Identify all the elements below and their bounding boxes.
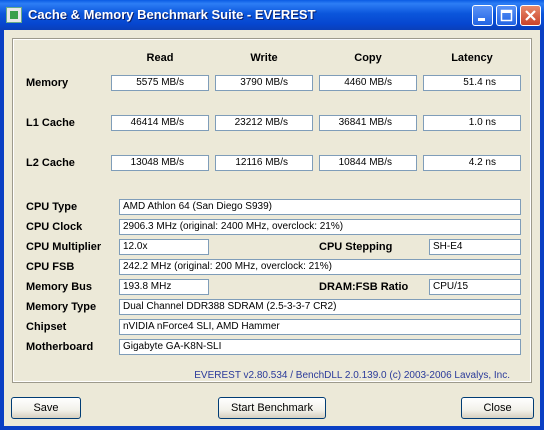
everest-app-icon[interactable]	[6, 7, 22, 23]
column-header-copy: Copy	[354, 52, 382, 64]
l2-write-value: 12116 MB/s	[215, 155, 313, 171]
column-header-read: Read	[146, 52, 174, 64]
close-window-button[interactable]	[520, 5, 541, 26]
l2-copy-value: 10844 MB/s	[319, 155, 417, 171]
results-panel: Read Write Copy Latency Memory 5575 MB/s…	[12, 38, 532, 383]
memory-write-value: 3790 MB/s	[215, 75, 313, 91]
cpu-stepping-value: SH-E4	[429, 239, 521, 255]
close-button[interactable]: Close	[461, 397, 534, 419]
dram-fsb-ratio-label: DRAM:FSB Ratio	[319, 281, 409, 293]
memory-latency-value: 51.4 ns	[423, 75, 521, 91]
motherboard-value: Gigabyte GA-K8N-SLI	[119, 339, 521, 355]
l1-write-value: 23212 MB/s	[215, 115, 313, 131]
cpu-type-value: AMD Athlon 64 (San Diego S939)	[119, 199, 521, 215]
maximize-icon	[500, 9, 513, 22]
motherboard-label: Motherboard	[26, 341, 94, 353]
cpu-type-label: CPU Type	[26, 201, 78, 213]
cpu-fsb-value: 242.2 MHz (original: 200 MHz, overclock:…	[119, 259, 521, 275]
l1-latency-value: 1.0 ns	[423, 115, 521, 131]
memory-type-value: Dual Channel DDR388 SDRAM (2.5-3-3-7 CR2…	[119, 299, 521, 315]
chipset-value: nVIDIA nForce4 SLI, AMD Hammer	[119, 319, 521, 335]
memory-type-label: Memory Type	[26, 301, 97, 313]
row-label-l2-cache: L2 Cache	[26, 157, 75, 169]
row-label-memory: Memory	[26, 77, 69, 89]
memory-read-value: 5575 MB/s	[111, 75, 209, 91]
minimize-button[interactable]	[472, 5, 493, 26]
memory-bus-value: 193.8 MHz	[119, 279, 209, 295]
cpu-fsb-label: CPU FSB	[26, 261, 75, 273]
l2-latency-value: 4.2 ns	[423, 155, 521, 171]
l1-read-value: 46414 MB/s	[111, 115, 209, 131]
column-header-write: Write	[250, 52, 278, 64]
save-button[interactable]: Save	[11, 397, 81, 419]
cpu-clock-label: CPU Clock	[26, 221, 83, 233]
window-title: Cache & Memory Benchmark Suite - EVEREST	[28, 7, 316, 22]
version-copyright-text: EVEREST v2.80.534 / BenchDLL 2.0.139.0 (…	[194, 370, 510, 381]
row-label-l1-cache: L1 Cache	[26, 117, 75, 129]
title-bar[interactable]: Cache & Memory Benchmark Suite - EVEREST	[0, 0, 544, 30]
memory-copy-value: 4460 MB/s	[319, 75, 417, 91]
minimize-icon	[478, 18, 485, 21]
memory-bus-label: Memory Bus	[26, 281, 93, 293]
chipset-label: Chipset	[26, 321, 67, 333]
benchmark-window: Cache & Memory Benchmark Suite - EVEREST…	[0, 0, 544, 430]
start-benchmark-button[interactable]: Start Benchmark	[218, 397, 326, 419]
cpu-multiplier-value: 12.0x	[119, 239, 209, 255]
cpu-multiplier-label: CPU Multiplier	[26, 241, 102, 253]
cpu-stepping-label: CPU Stepping	[319, 241, 393, 253]
maximize-button[interactable]	[496, 5, 517, 26]
close-icon	[525, 10, 536, 21]
l1-copy-value: 36841 MB/s	[319, 115, 417, 131]
cpu-clock-value: 2906.3 MHz (original: 2400 MHz, overcloc…	[119, 219, 521, 235]
column-header-latency: Latency	[451, 52, 493, 64]
dram-fsb-ratio-value: CPU/15	[429, 279, 521, 295]
l2-read-value: 13048 MB/s	[111, 155, 209, 171]
client-area: Read Write Copy Latency Memory 5575 MB/s…	[4, 30, 540, 426]
